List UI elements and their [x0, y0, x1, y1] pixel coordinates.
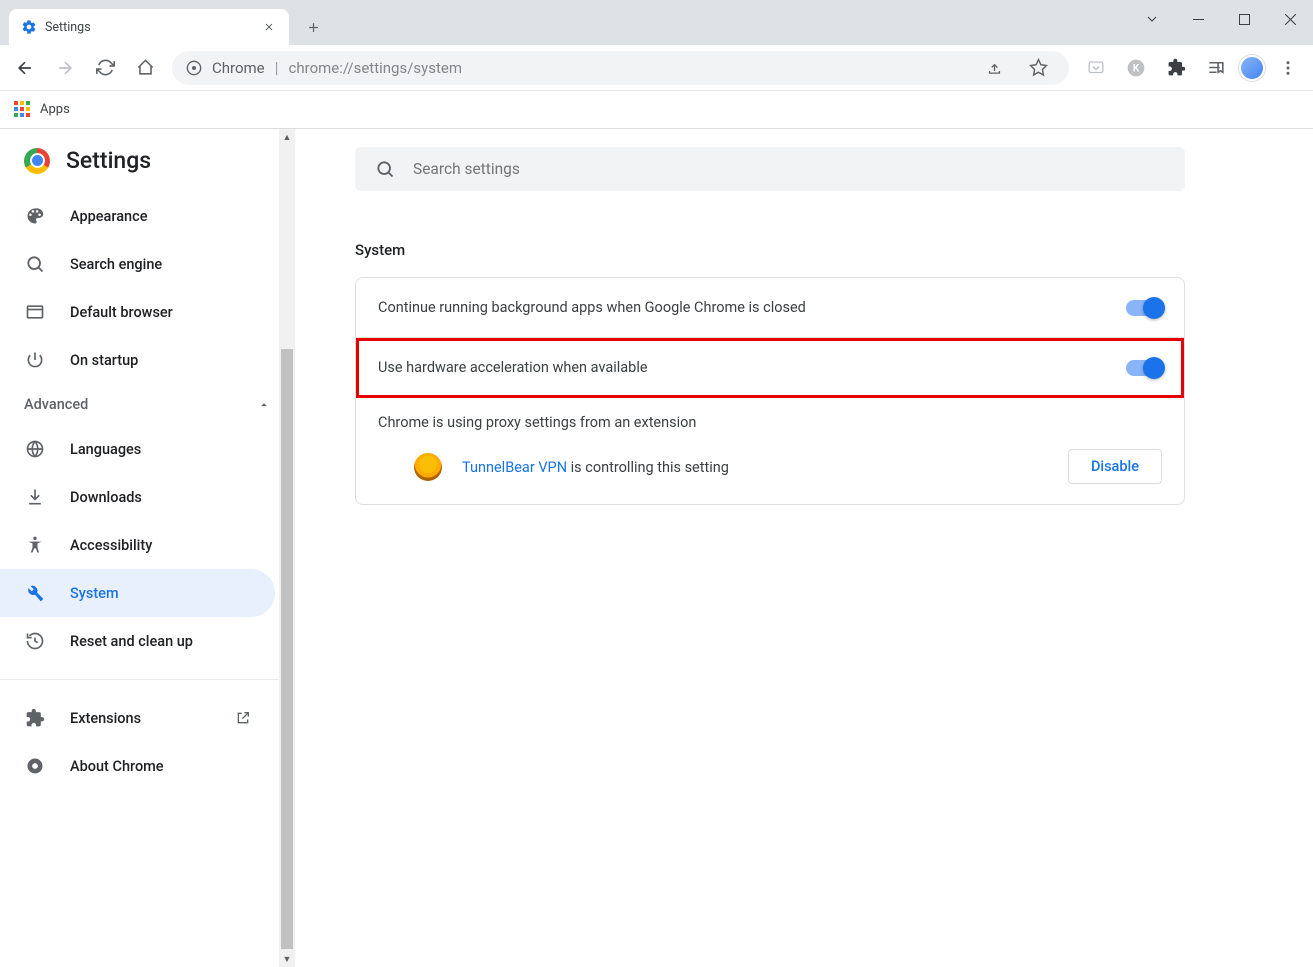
sidebar-item-search-engine[interactable]: Search engine	[0, 240, 275, 288]
sidebar-item-reset[interactable]: Reset and clean up	[0, 617, 275, 665]
sidebar-item-label: Search engine	[70, 256, 162, 273]
sidebar-item-label: Extensions	[70, 710, 141, 727]
close-tab-icon[interactable]	[261, 19, 277, 35]
content-area: Settings Appearance Search engine Defaul…	[0, 129, 1313, 967]
search-icon	[375, 159, 395, 179]
setting-row-proxy: Chrome is using proxy settings from an e…	[356, 398, 1184, 504]
scroll-up-arrow[interactable]: ▲	[279, 129, 295, 145]
sidebar-item-languages[interactable]: Languages	[0, 425, 275, 473]
bookmarks-bar: Apps	[0, 91, 1313, 129]
url-text: chrome://settings/system	[289, 59, 462, 77]
settings-sidebar: Settings Appearance Search engine Defaul…	[0, 129, 295, 967]
chevron-down-icon[interactable]	[1129, 0, 1175, 38]
url-separator: |	[275, 58, 279, 77]
setting-row-hardware-accel: Use hardware acceleration when available	[356, 338, 1184, 398]
extensions-icon[interactable]	[1159, 51, 1193, 85]
pocket-icon[interactable]	[1079, 51, 1113, 85]
external-link-icon	[235, 710, 251, 726]
apps-label[interactable]: Apps	[40, 102, 70, 117]
sidebar-item-label: Accessibility	[70, 537, 152, 554]
chevron-up-icon	[257, 398, 271, 412]
browser-icon	[24, 301, 46, 323]
gear-icon	[21, 19, 37, 35]
sidebar-item-about[interactable]: About Chrome	[0, 742, 275, 790]
sidebar-item-label: System	[70, 585, 119, 602]
tunnelbear-icon	[414, 453, 442, 481]
sidebar-item-label: On startup	[70, 352, 138, 369]
reload-button[interactable]	[88, 51, 122, 85]
bookmark-star-icon[interactable]	[1021, 51, 1055, 85]
search-settings-input[interactable]	[413, 160, 1165, 178]
close-window-button[interactable]	[1267, 0, 1313, 38]
sidebar-item-label: About Chrome	[70, 758, 164, 775]
sidebar-item-label: Default browser	[70, 304, 173, 321]
palette-icon	[24, 205, 46, 227]
toggle-hardware-accel[interactable]	[1126, 360, 1162, 376]
power-icon	[24, 349, 46, 371]
sidebar-item-label: Downloads	[70, 489, 142, 506]
share-icon[interactable]	[977, 51, 1011, 85]
section-title: System	[355, 241, 1263, 259]
window-titlebar: Settings	[0, 0, 1313, 45]
sidebar-item-default-browser[interactable]: Default browser	[0, 288, 275, 336]
advanced-label: Advanced	[24, 396, 88, 413]
sidebar-item-label: Languages	[70, 441, 141, 458]
setting-label: Continue running background apps when Go…	[378, 299, 1126, 316]
search-icon	[24, 253, 46, 275]
profile-avatar[interactable]	[1239, 55, 1265, 81]
sidebar-item-on-startup[interactable]: On startup	[0, 336, 275, 384]
sidebar-item-label: Appearance	[70, 208, 147, 225]
restore-icon	[24, 630, 46, 652]
sidebar-advanced-toggle[interactable]: Advanced	[0, 384, 295, 425]
globe-icon	[24, 438, 46, 460]
address-bar[interactable]: Chrome | chrome://settings/system	[172, 51, 1069, 85]
settings-main: System Continue running background apps …	[295, 129, 1313, 967]
reading-list-icon[interactable]	[1199, 51, 1233, 85]
url-scheme: Chrome	[212, 59, 265, 77]
new-tab-button[interactable]	[299, 13, 327, 41]
toggle-background-apps[interactable]	[1126, 300, 1162, 316]
sidebar-scrollbar[interactable]: ▲ ▼	[279, 129, 295, 967]
scroll-down-arrow[interactable]: ▼	[279, 951, 295, 967]
settings-heading: Settings	[66, 147, 151, 174]
sidebar-item-appearance[interactable]: Appearance	[0, 192, 275, 240]
chrome-icon	[24, 755, 46, 777]
sidebar-item-downloads[interactable]: Downloads	[0, 473, 275, 521]
window-controls	[1129, 0, 1313, 38]
setting-row-background-apps: Continue running background apps when Go…	[356, 278, 1184, 338]
system-settings-card: Continue running background apps when Go…	[355, 277, 1185, 505]
divider	[0, 679, 295, 680]
search-settings-box[interactable]	[355, 147, 1185, 191]
sidebar-item-accessibility[interactable]: Accessibility	[0, 521, 275, 569]
settings-brand: Settings	[0, 147, 295, 192]
proxy-suffix-text: is controlling this setting	[567, 459, 729, 476]
site-info-icon[interactable]	[186, 60, 202, 76]
svg-text:K: K	[1133, 63, 1140, 74]
browser-toolbar: Chrome | chrome://settings/system K	[0, 45, 1313, 91]
scroll-thumb[interactable]	[281, 349, 293, 949]
forward-button[interactable]	[48, 51, 82, 85]
browser-tab[interactable]: Settings	[9, 9, 289, 45]
apps-icon[interactable]	[14, 101, 32, 119]
chrome-logo-icon	[24, 148, 50, 174]
maximize-button[interactable]	[1221, 0, 1267, 38]
accessibility-icon	[24, 534, 46, 556]
puzzle-icon	[24, 707, 46, 729]
minimize-button[interactable]	[1175, 0, 1221, 38]
sidebar-item-label: Reset and clean up	[70, 633, 193, 650]
disable-button[interactable]: Disable	[1068, 449, 1162, 484]
menu-icon[interactable]	[1271, 51, 1305, 85]
download-icon	[24, 486, 46, 508]
extension-link[interactable]: TunnelBear VPN	[462, 459, 567, 476]
setting-label: Use hardware acceleration when available	[378, 359, 1126, 376]
tab-title: Settings	[45, 20, 261, 35]
sidebar-item-system[interactable]: System	[0, 569, 275, 617]
setting-label: Chrome is using proxy settings from an e…	[378, 414, 696, 431]
k-extension-icon[interactable]: K	[1119, 51, 1153, 85]
sidebar-item-extensions[interactable]: Extensions	[0, 694, 275, 742]
back-button[interactable]	[8, 51, 42, 85]
proxy-extension-detail: TunnelBear VPN is controlling this setti…	[378, 449, 1162, 484]
wrench-icon	[24, 582, 46, 604]
home-button[interactable]	[128, 51, 162, 85]
